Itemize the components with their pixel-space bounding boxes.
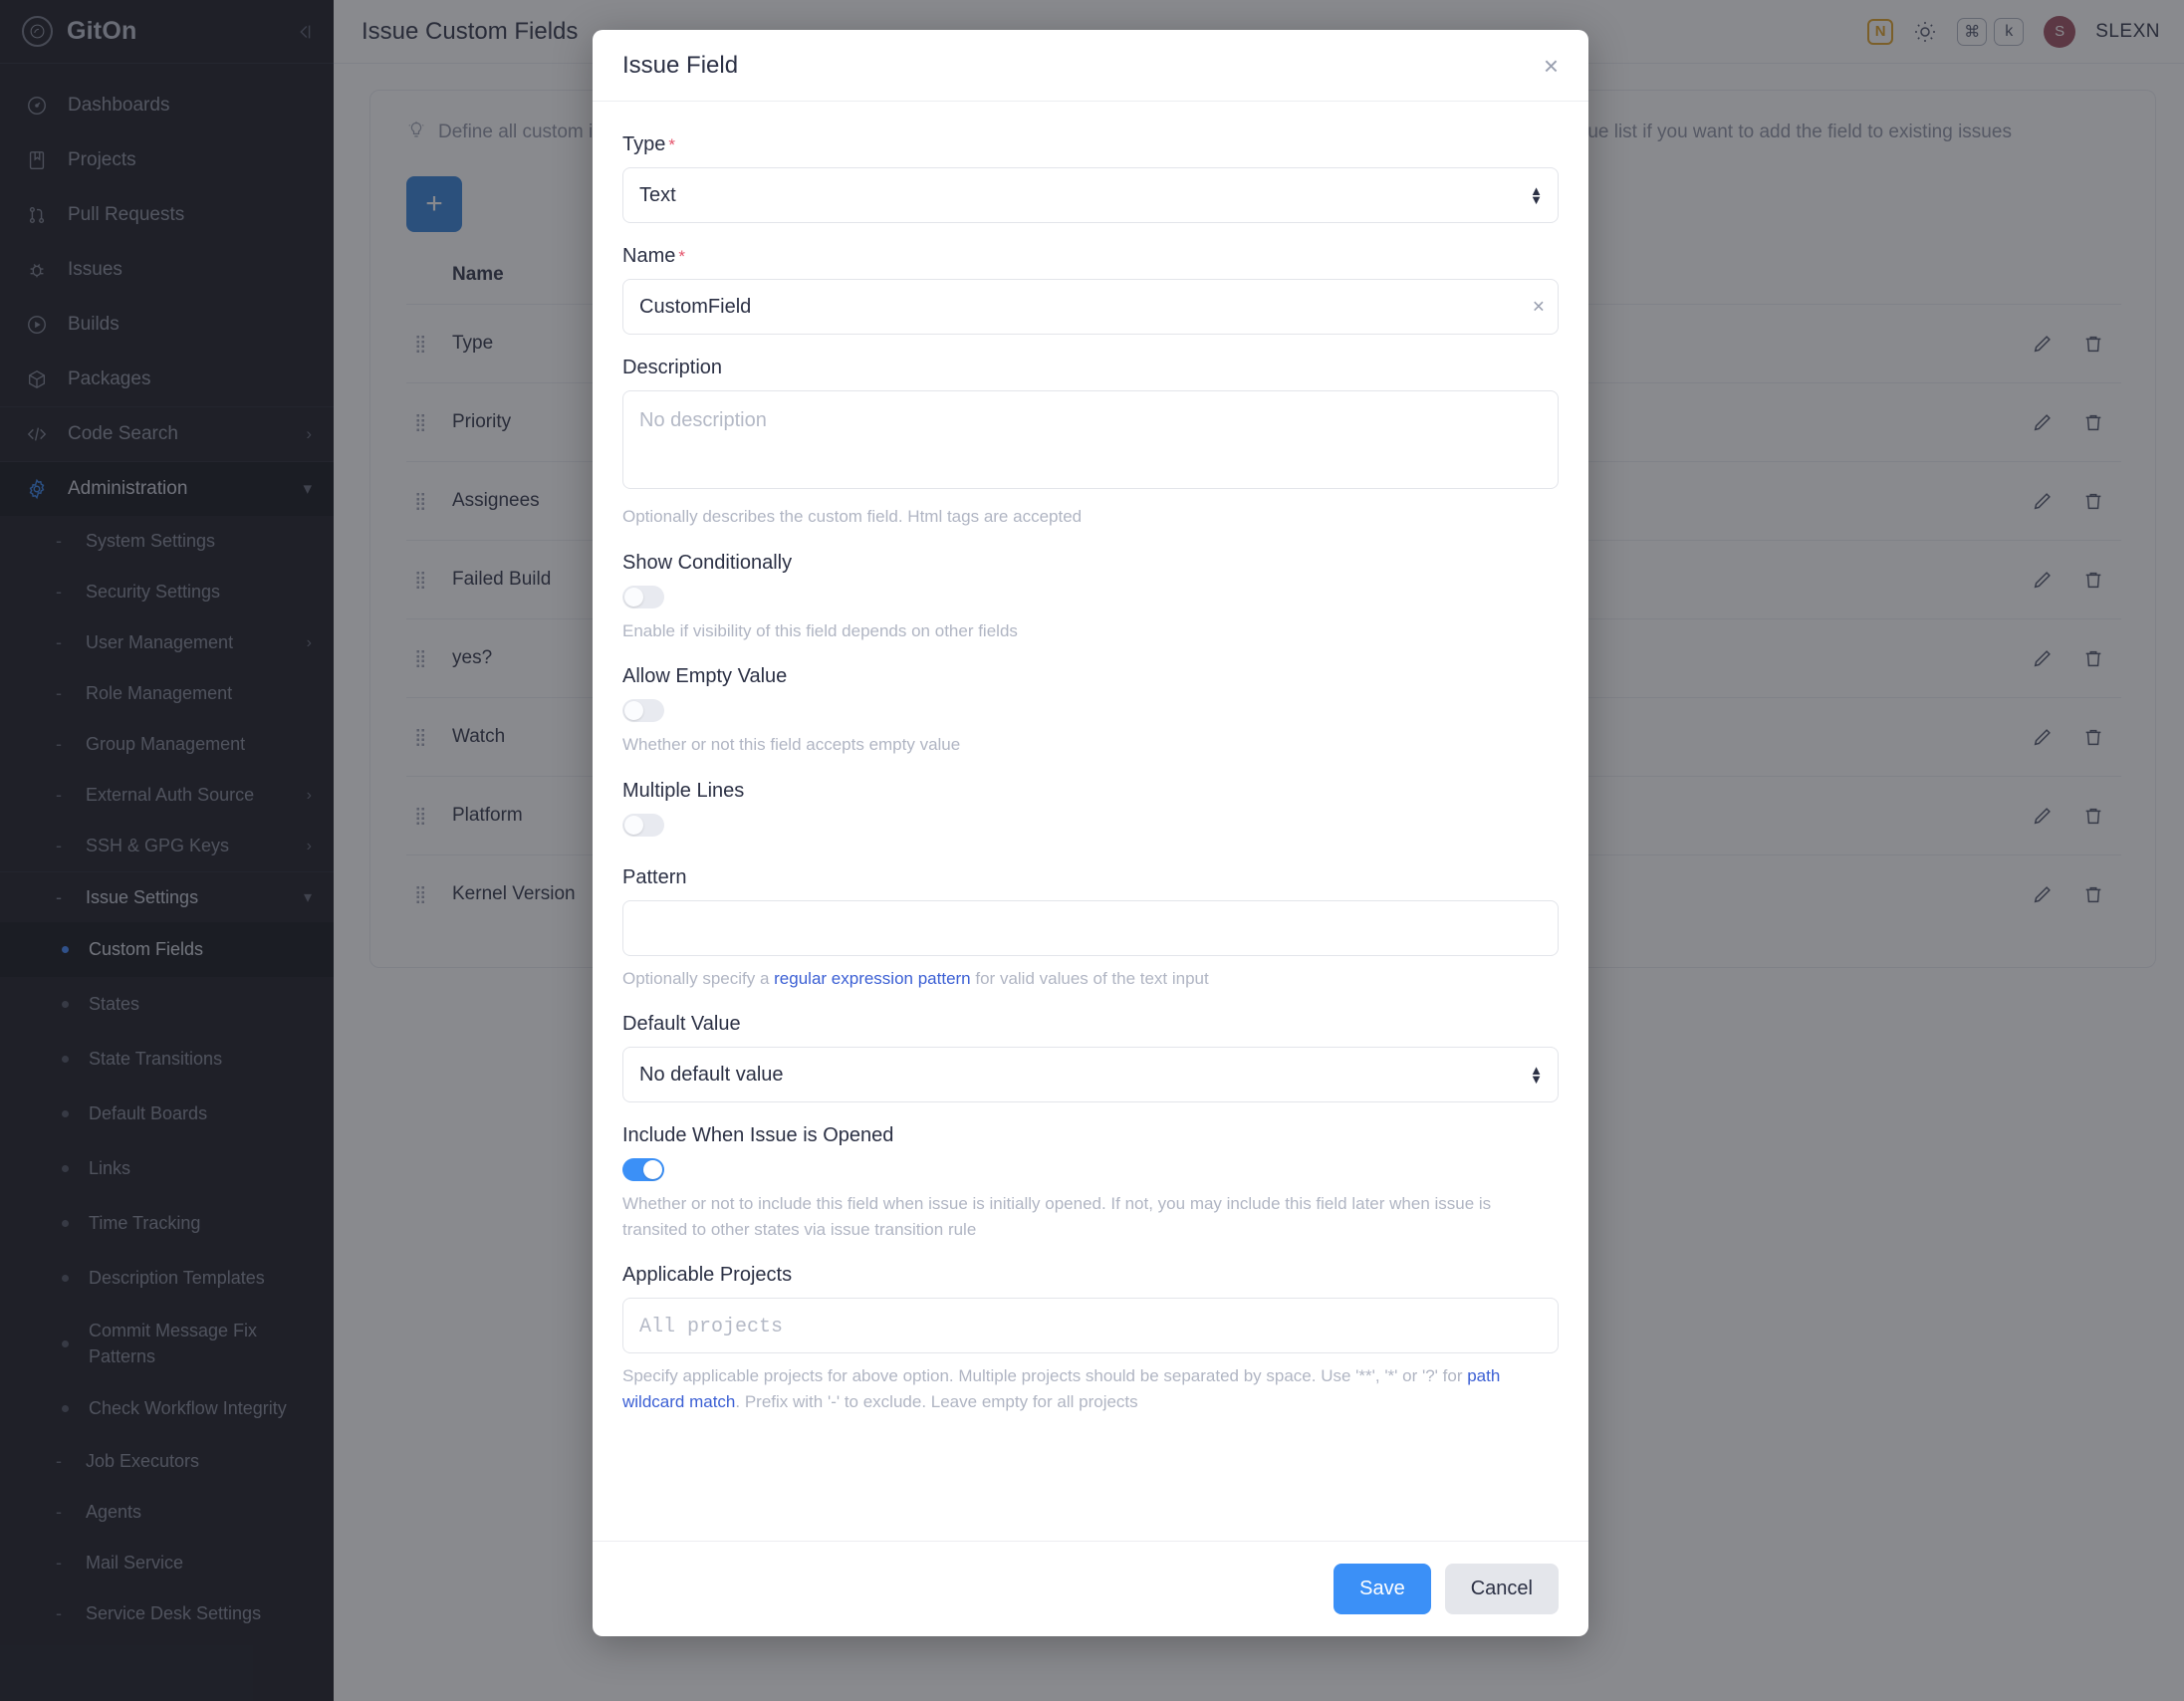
modal-body: Type* ▲▼ Name* × Description — [593, 102, 1588, 1541]
label-name: Name * — [622, 245, 1559, 268]
field-group-default-value: Default Value ▲▼ — [622, 1013, 1559, 1102]
label-applicable-projects: Applicable Projects — [622, 1264, 793, 1286]
name-input-wrapper: × — [622, 279, 1559, 335]
toggle-knob — [624, 701, 643, 720]
label-multiple-lines: Multiple Lines — [622, 779, 745, 802]
multiple-lines-row — [622, 813, 1559, 837]
allow-empty-value-row — [622, 699, 1559, 722]
default-value-select[interactable] — [622, 1047, 1559, 1102]
label-allow-empty-value: Allow Empty Value — [622, 665, 788, 687]
label-type-text: Type — [622, 133, 666, 155]
include-when-opened-row — [622, 1158, 1559, 1181]
toggle-knob — [624, 587, 643, 607]
field-group-description: Description Optionally describes the cus… — [622, 357, 1559, 530]
required-marker: * — [668, 135, 675, 154]
pattern-helper-post: for valid values of the text input — [970, 968, 1209, 988]
save-button[interactable]: Save — [1334, 1564, 1431, 1614]
field-group-applicable-projects: Applicable Projects Specify applicable p… — [622, 1264, 1559, 1414]
field-group-pattern: Pattern Optionally specify a regular exp… — [622, 866, 1559, 992]
clear-name-icon[interactable]: × — [1533, 297, 1545, 318]
include-when-opened-helper: Whether or not to include this field whe… — [622, 1194, 1492, 1239]
include-when-opened-toggle[interactable] — [622, 1158, 664, 1181]
field-group-show-conditionally: Show Conditionally Enable if visibility … — [622, 552, 1559, 644]
label-show-conditionally: Show Conditionally — [622, 551, 793, 574]
description-helper: Optionally describes the custom field. H… — [622, 507, 1083, 526]
type-select[interactable] — [622, 167, 1559, 223]
modal-title: Issue Field — [622, 51, 739, 79]
show-conditionally-helper: Enable if visibility of this field depen… — [622, 620, 1018, 640]
allow-empty-value-helper: Whether or not this field accepts empty … — [622, 735, 961, 754]
modal-header: Issue Field × — [593, 30, 1588, 102]
field-group-include-when-opened: Include When Issue is Opened Whether or … — [622, 1124, 1559, 1242]
regex-pattern-link[interactable]: regular expression pattern — [774, 969, 971, 988]
show-conditionally-row — [622, 585, 1559, 608]
toggle-knob — [624, 815, 643, 835]
label-default-value: Default Value — [622, 1013, 741, 1035]
name-input[interactable] — [622, 279, 1559, 335]
applicable-projects-helper: Specify applicable projects for above op… — [622, 1363, 1559, 1414]
type-select-wrapper: ▲▼ — [622, 167, 1559, 223]
multiple-lines-toggle[interactable] — [622, 813, 664, 837]
description-textarea[interactable] — [622, 390, 1559, 489]
label-pattern: Pattern — [622, 865, 687, 888]
label-description: Description — [622, 357, 723, 378]
cancel-button[interactable]: Cancel — [1444, 1564, 1559, 1614]
issue-field-modal: Issue Field × Type* ▲▼ Name* — [593, 30, 1588, 1636]
applicable-projects-helper-pre: Specify applicable projects for above op… — [622, 1366, 1468, 1385]
field-group-allow-empty-value: Allow Empty Value Whether or not this fi… — [622, 665, 1559, 758]
close-icon[interactable]: × — [1544, 53, 1559, 79]
required-marker: * — [678, 247, 685, 266]
field-group-name: Name* × — [622, 245, 1559, 335]
allow-empty-value-toggle[interactable] — [622, 699, 664, 722]
applicable-projects-helper-post: . Prefix with '-' to exclude. Leave empt… — [735, 1391, 1138, 1411]
pattern-input[interactable] — [622, 899, 1559, 956]
pattern-helper: Optionally specify a regular expression … — [622, 966, 1559, 992]
modal-footer: Save Cancel — [593, 1541, 1588, 1636]
field-group-multiple-lines: Multiple Lines — [622, 780, 1559, 837]
label-type: Type * — [622, 133, 1559, 156]
applicable-projects-input[interactable] — [622, 1298, 1559, 1353]
label-include-when-opened: Include When Issue is Opened — [622, 1124, 894, 1146]
show-conditionally-toggle[interactable] — [622, 585, 664, 608]
field-group-type: Type* ▲▼ — [622, 133, 1559, 223]
pattern-helper-pre: Optionally specify a — [622, 968, 775, 988]
toggle-knob — [643, 1160, 662, 1179]
label-name-text: Name — [622, 245, 676, 267]
default-value-select-wrapper: ▲▼ — [622, 1047, 1559, 1102]
